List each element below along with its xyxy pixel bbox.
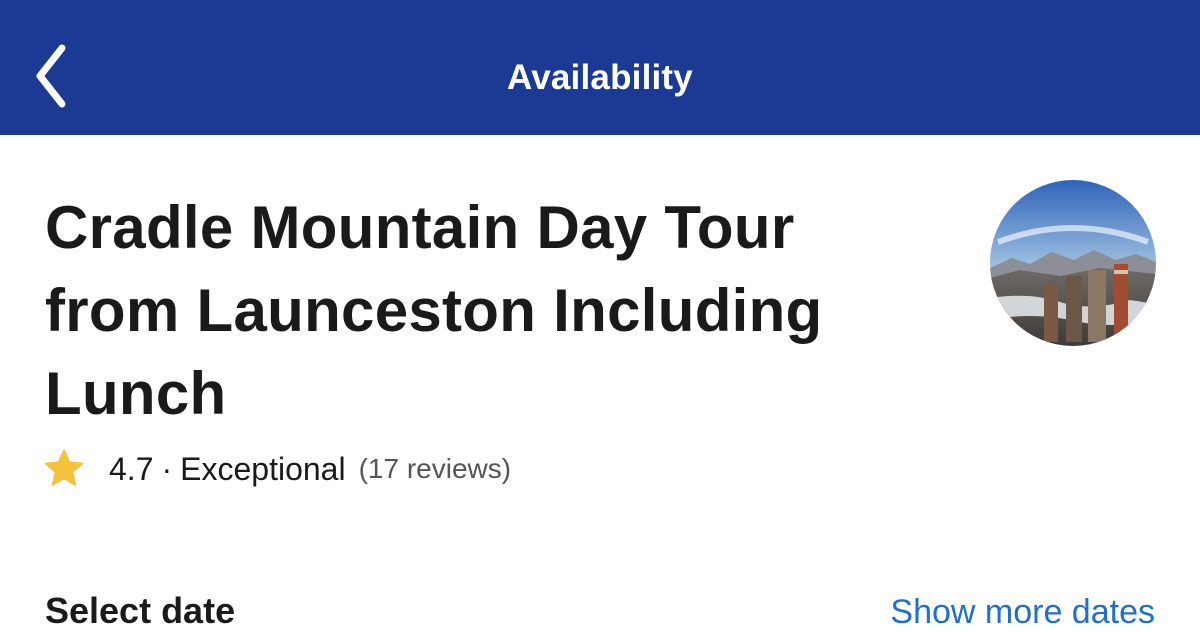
show-more-dates-link[interactable]: Show more dates [890,593,1155,632]
rating-row: 4.7 · Exceptional (17 reviews) [42,446,511,492]
rating-separator: · [161,450,173,487]
select-date-heading: Select date [45,590,236,631]
review-count: (17 reviews) [358,453,512,484]
tour-thumbnail-image [990,180,1156,346]
tour-thumbnail[interactable] [990,180,1156,346]
tour-title: Cradle Mountain Day Tour from Launceston… [45,194,823,427]
rating-label: Exceptional [180,450,346,487]
star-icon [44,449,84,486]
page-title: Availability [507,58,693,97]
top-app-bar: Availability [0,0,1200,135]
rating-score: 4.7 [109,450,154,487]
